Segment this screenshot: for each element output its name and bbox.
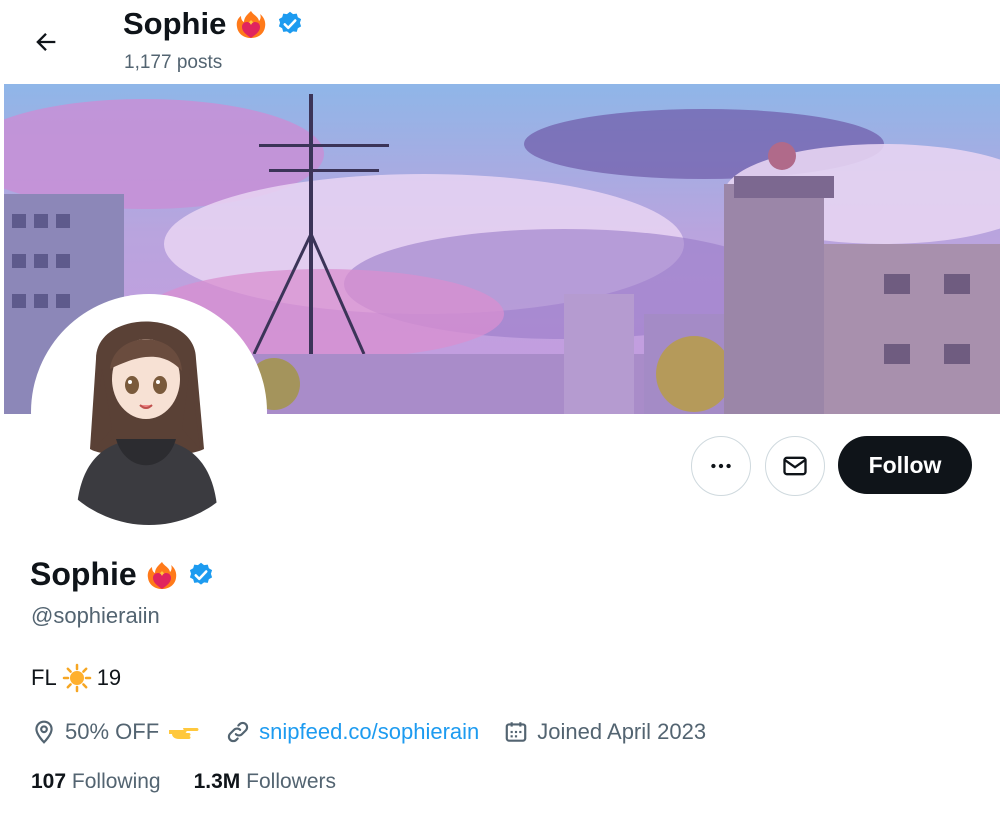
website: snipfeed.co/sophierain	[225, 719, 479, 745]
top-bar: Sophie 1,177 posts	[0, 0, 1000, 84]
heart-on-fire-icon	[147, 561, 176, 589]
followers-link[interactable]: 1.3M Followers	[194, 770, 336, 794]
following-link[interactable]: 107 Following	[31, 770, 161, 794]
verified-badge-icon	[279, 11, 302, 34]
join-date: Joined April 2023	[503, 719, 706, 745]
join-date-text: Joined April 2023	[537, 719, 707, 744]
pointing-hand-icon	[169, 728, 199, 739]
display-name-text: Sophie	[30, 556, 137, 592]
avatar-illustration	[36, 299, 262, 525]
followers-count: 1.3M	[193, 770, 241, 793]
header-title: Sophie	[123, 6, 304, 42]
back-button[interactable]	[24, 20, 68, 64]
following-count: 107	[31, 770, 67, 793]
link-icon	[227, 721, 249, 743]
location-text: 50% OFF	[65, 719, 160, 744]
location-pin-icon	[35, 720, 53, 744]
heart-on-fire-icon	[237, 11, 266, 38]
avatar[interactable]	[31, 294, 267, 530]
arrow-left-icon	[36, 33, 56, 51]
followers-label: Followers	[246, 770, 336, 793]
calendar-icon	[506, 722, 527, 742]
follow-stats: 107 Following 1.3M Followers	[31, 770, 336, 794]
header-name: Sophie	[123, 6, 227, 41]
user-handle: @sophieraiin	[31, 603, 160, 628]
display-name: Sophie	[30, 556, 215, 593]
bio-prefix: FL	[31, 665, 57, 690]
following-label: Following	[71, 770, 161, 793]
profile-meta: 50% OFF snipfeed.co/sophierain Joined Ap…	[31, 715, 730, 749]
message-button[interactable]	[765, 436, 825, 496]
verified-badge-icon[interactable]	[187, 561, 215, 589]
post-count: 1,177 posts	[124, 52, 223, 73]
location: 50% OFF	[31, 719, 201, 745]
bio-suffix: 19	[96, 665, 122, 690]
envelope-icon	[783, 456, 807, 476]
more-icon	[711, 463, 731, 469]
follow-button[interactable]: Follow	[838, 436, 972, 494]
bio: FL 19	[31, 662, 121, 694]
sun-icon	[62, 663, 91, 693]
more-options-button[interactable]	[691, 436, 751, 496]
website-link[interactable]: snipfeed.co/sophierain	[259, 719, 479, 745]
